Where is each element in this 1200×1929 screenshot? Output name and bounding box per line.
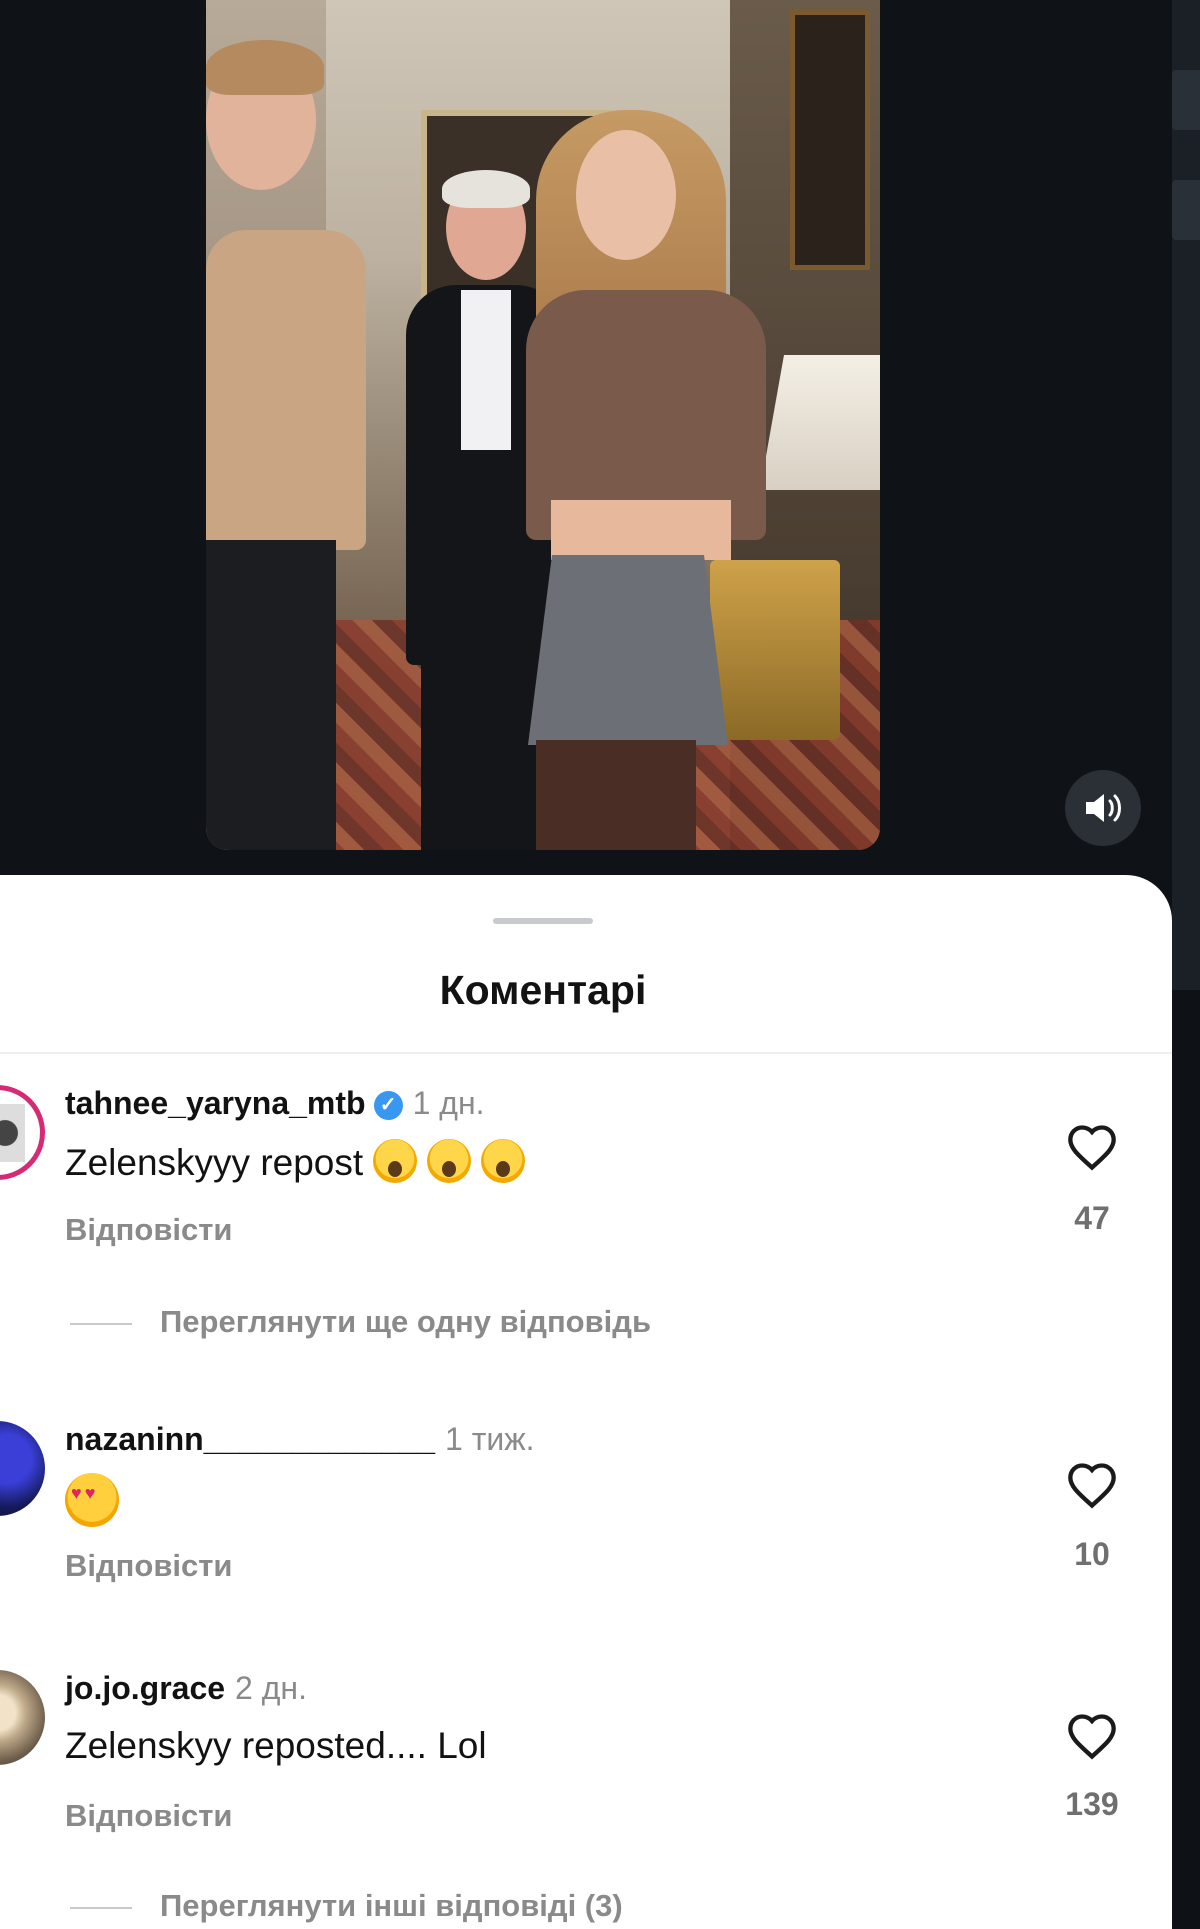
- avatar[interactable]: [0, 1421, 45, 1516]
- video-table: [710, 560, 840, 740]
- reply-button[interactable]: Відповісти: [65, 1212, 233, 1248]
- like-count: 10: [1074, 1536, 1110, 1572]
- heart-eyes-emoji: [65, 1473, 119, 1527]
- comment-username[interactable]: jo.jo.grace: [65, 1670, 225, 1706]
- video-player[interactable]: [206, 0, 880, 850]
- reply-button[interactable]: Відповісти: [65, 1798, 233, 1834]
- scream-cat-emoji: [481, 1139, 526, 1183]
- video-frame: [790, 10, 870, 270]
- heart-icon[interactable]: [1066, 1123, 1118, 1171]
- comment-text: Zelenskyy reposted.... Lol: [65, 1725, 487, 1766]
- comment-username[interactable]: tahnee_yaryna_mtb: [65, 1085, 366, 1121]
- like-count: 47: [1074, 1200, 1110, 1236]
- view-replies-label: Переглянути ще одну відповідь: [160, 1304, 652, 1339]
- video-viewer: [0, 0, 1200, 880]
- scream-cat-emoji: [427, 1139, 472, 1183]
- avatar[interactable]: [0, 1085, 45, 1180]
- verified-badge-icon: ✓: [373, 1091, 403, 1120]
- view-replies-label: Переглянути інші відповіді (3): [160, 1888, 623, 1923]
- view-replies-button[interactable]: Переглянути інші відповіді (3): [70, 1888, 623, 1924]
- side-panel-edge: [1172, 0, 1200, 990]
- comment-username[interactable]: nazaninn_____________: [65, 1421, 435, 1457]
- scream-cat-emoji: [373, 1139, 418, 1183]
- heart-icon[interactable]: [1066, 1712, 1118, 1760]
- like-count: 139: [1065, 1786, 1119, 1822]
- comments-sheet: Коментарі tahnee_yaryna_mtb ✓ 1 дн. Zelens…: [0, 875, 1172, 1929]
- speaker-icon: [1086, 794, 1121, 822]
- heart-icon[interactable]: [1066, 1461, 1118, 1509]
- avatar[interactable]: [0, 1670, 45, 1765]
- sheet-title: Коментарі: [439, 967, 647, 1013]
- replies-line: [70, 1322, 132, 1325]
- comment-time: 2 дн.: [235, 1670, 307, 1706]
- comment-time: 1 дн.: [412, 1085, 485, 1121]
- sound-toggle-button[interactable]: [1065, 770, 1141, 846]
- comment-text: Zelenskyyy repost: [65, 1142, 364, 1183]
- view-replies-button[interactable]: Переглянути ще одну відповідь: [70, 1304, 651, 1340]
- replies-line: [70, 1906, 132, 1909]
- divider: [0, 1052, 1172, 1054]
- drag-handle[interactable]: [493, 918, 593, 924]
- reply-button[interactable]: Відповісти: [65, 1548, 233, 1584]
- comment-time: 1 тиж.: [445, 1421, 535, 1457]
